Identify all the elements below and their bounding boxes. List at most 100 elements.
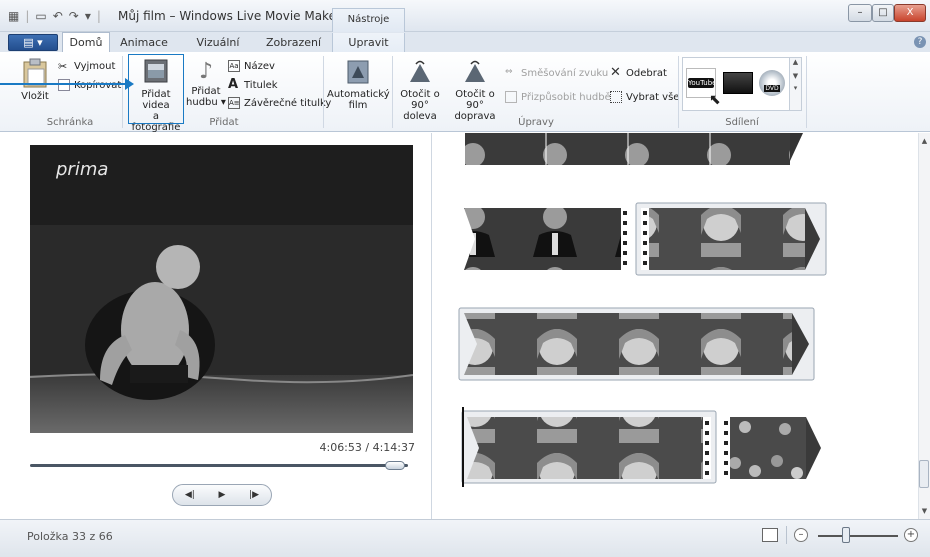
storyboard-scroll-thumb[interactable] [919, 460, 929, 488]
rotate-right-label-1: Otočit o [455, 89, 495, 100]
remove-x-icon: ✕ [610, 65, 621, 80]
rotate-right-button[interactable]: Otočit o 90° doprava [447, 58, 503, 122]
sharing-gallery: YouTube DVD ▲ ▼ ▾ ⬉ [682, 57, 802, 111]
cut-button[interactable]: ✂ Vyjmout [58, 60, 116, 73]
quick-access-toolbar: ▦ | ▭ ↶ ↷ ▾ | [8, 9, 107, 23]
audio-mix-icon: ⇔ [505, 67, 513, 77]
mouse-cursor-icon: ⬉ [709, 92, 721, 108]
group-separator [392, 56, 393, 128]
group-separator [806, 56, 807, 128]
undo-icon[interactable]: ↶ [53, 9, 63, 23]
automovie-icon [347, 60, 369, 84]
group-separator [122, 56, 123, 128]
help-icon[interactable]: ? [914, 36, 926, 48]
title-bar: ▦ | ▭ ↶ ↷ ▾ | Můj film – Windows Live Mo… [0, 0, 930, 47]
zoom-in-button[interactable]: + [904, 528, 918, 542]
tab-visual-effects[interactable]: Vizuální efekty [178, 33, 258, 68]
tab-view[interactable]: Zobrazení [261, 33, 326, 52]
scissors-icon: ✂ [58, 60, 68, 73]
zoom-out-button[interactable]: – [794, 528, 808, 542]
storyboard-pane [433, 133, 918, 519]
fit-to-music-label: Přizpůsobit hudbě [521, 91, 611, 103]
rotate-right-icon [465, 60, 485, 82]
add-music-label-1: Přidat [191, 86, 221, 97]
automovie-button[interactable]: Automatický film [327, 58, 390, 111]
maximize-button[interactable]: □ [872, 4, 894, 22]
callout-arrow [0, 78, 134, 90]
rotate-left-button[interactable]: Otočit o 90° doleva [395, 58, 445, 122]
audio-mix-label: Směšování zvuku [521, 67, 609, 79]
paste-button[interactable]: Vložit [18, 58, 52, 102]
zoom-slider-track[interactable] [818, 535, 898, 537]
paste-label: Vložit [21, 91, 49, 102]
credits-button[interactable]: A≡ Závěrečné titulky [228, 97, 331, 109]
qat-dropdown-icon[interactable]: ▾ [85, 9, 91, 23]
close-button[interactable]: X [894, 4, 926, 22]
rotate-left-label-1: Otočit o [400, 89, 440, 100]
caption-button[interactable]: A Titulek [228, 77, 278, 92]
music-note-icon: ♪ [198, 59, 214, 84]
play-button[interactable]: ▶ [219, 490, 226, 500]
video-preview[interactable]: prima [30, 145, 413, 433]
caption-label: Titulek [244, 79, 278, 91]
caption-icon: A [228, 77, 239, 92]
app-icon[interactable]: ▦ [8, 9, 19, 23]
redo-icon[interactable]: ↷ [69, 9, 79, 23]
zoom-slider-thumb[interactable] [842, 527, 850, 543]
storyboard-clips [458, 133, 827, 487]
clipboard-group-label: Schránka [46, 117, 94, 128]
gallery-down-icon[interactable]: ▼ [790, 72, 801, 80]
fit-to-music-button[interactable]: Přizpůsobit hudbě [505, 91, 611, 103]
title-button[interactable]: Aa Název [228, 60, 275, 72]
title-separator: | [96, 9, 101, 23]
title-label: Název [244, 60, 275, 72]
callout-highlight-box [128, 54, 184, 124]
gallery-more-icon[interactable]: ▾ [790, 84, 801, 92]
add-music-button[interactable]: ♪ Přidat hudbu ▾ [186, 58, 226, 108]
application-menu-button[interactable]: ▤ ▾ [8, 34, 58, 51]
next-frame-button[interactable]: |▶ [249, 490, 259, 500]
tab-animations[interactable]: Animace [115, 33, 173, 52]
seek-bar-thumb[interactable] [384, 461, 405, 470]
credits-icon: A≡ [228, 97, 240, 109]
playback-controls: ◀| ▶ |▶ [172, 484, 272, 506]
seek-bar[interactable] [30, 464, 408, 467]
save-icon[interactable]: ▭ [35, 9, 46, 23]
group-separator [678, 56, 679, 128]
edits-group-label: Úpravy [518, 117, 554, 128]
automovie-label-1: Automatický [327, 89, 390, 100]
previous-frame-button[interactable]: ◀| [185, 490, 195, 500]
scroll-down-icon[interactable]: ▼ [919, 507, 930, 515]
copy-button[interactable]: Kopírovat [58, 79, 121, 91]
status-separator [786, 526, 787, 544]
copy-icon [58, 79, 70, 91]
storyboard-view-icon[interactable] [762, 528, 778, 542]
tv-share-button[interactable] [723, 72, 753, 94]
remove-label: Odebrat [626, 67, 667, 79]
sharing-gallery-scroll[interactable]: ▲ ▼ ▾ [789, 58, 801, 110]
qat-separator: | [25, 9, 30, 23]
tab-home[interactable]: Domů [62, 32, 110, 53]
select-all-button[interactable]: Vybrat vše [610, 91, 679, 103]
group-separator [323, 56, 324, 128]
status-bar [0, 519, 930, 557]
tab-edit[interactable]: Upravit [332, 33, 405, 52]
select-all-icon [610, 91, 622, 103]
audio-mix-button[interactable]: ⇔ Směšování zvuku [505, 67, 608, 79]
dvd-label: DVD [764, 85, 780, 92]
select-all-label: Vybrat vše [626, 91, 680, 103]
automovie-label-2: film [348, 100, 368, 111]
cut-label: Vyjmout [74, 60, 116, 72]
dvd-share-button[interactable]: DVD [759, 70, 785, 96]
rotate-left-icon [410, 60, 430, 82]
video-frame-image [30, 145, 413, 433]
scroll-up-icon[interactable]: ▲ [919, 137, 930, 145]
clip-row-3 [461, 407, 821, 487]
minimize-button[interactable]: – [848, 4, 872, 22]
remove-button[interactable]: ✕ Odebrat [610, 65, 667, 80]
clip-row-1 [464, 202, 827, 276]
timecode-display: 4:06:53 / 4:14:37 [319, 441, 415, 454]
video-tools-context-header: Nástroje videa [332, 8, 405, 47]
gallery-up-icon[interactable]: ▲ [790, 58, 801, 66]
clip-row-2 [458, 307, 815, 381]
